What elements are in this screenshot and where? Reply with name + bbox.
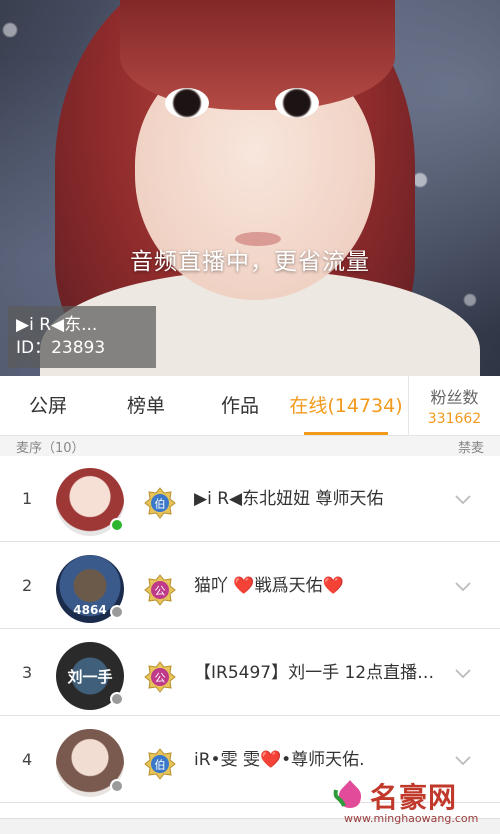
row-index: 2 [22, 576, 33, 595]
mic-queue-header: 麦序（10） 禁麦 [0, 436, 500, 456]
fans-label: 粉丝数 [430, 388, 479, 407]
list-item[interactable]: 2 4864 公 猫吖 ❤️戦爲天佑❤️ [0, 543, 500, 629]
mute-mic-button[interactable]: 禁麦 [458, 437, 484, 456]
list-item[interactable]: 1 伯 ▶i R◀东北妞妞 尊师天佑 [0, 456, 500, 542]
room-tab-bar: 公屏 榜单 作品 在线(14734) 粉丝数 331662 [0, 376, 500, 436]
row-index: 4 [22, 750, 33, 769]
badge-text: 伯 [155, 497, 166, 511]
list-item[interactable]: 3 刘一手 公 【IR5497】刘一手 12点直播… [0, 630, 500, 716]
tab-online[interactable]: 在线(14734) [284, 376, 408, 436]
tab-works[interactable]: 作品 [190, 376, 290, 436]
online-status-dot [110, 518, 124, 532]
offline-status-dot [110, 692, 124, 706]
user-name: ▶i R◀东北妞妞 尊师天佑 [194, 489, 384, 509]
row-index: 3 [22, 663, 33, 682]
live-room-screen: 音频直播中，更省流量 ▶i R◀东... ID：23893 公屏 榜单 作品 在… [0, 0, 500, 834]
anchor-info-box[interactable]: ▶i R◀东... ID：23893 [8, 306, 156, 368]
user-name: 【IR5497】刘一手 12点直播… [194, 663, 435, 683]
offline-status-dot [110, 779, 124, 793]
chevron-down-icon[interactable] [454, 755, 472, 767]
chevron-down-icon[interactable] [454, 581, 472, 593]
tab-public-screen[interactable]: 公屏 [0, 376, 96, 436]
rank-badge-icon: 伯 [144, 748, 176, 780]
badge-text: 公 [155, 672, 166, 685]
logo-icon [333, 780, 362, 808]
live-stream-view[interactable]: 音频直播中，更省流量 ▶i R◀东... ID：23893 [0, 0, 500, 376]
active-tab-indicator [304, 432, 388, 435]
mic-queue-title: 麦序（10） [16, 441, 85, 456]
avatar-text: 刘一手 [67, 668, 113, 686]
audio-mode-caption: 音频直播中，更省流量 [130, 249, 370, 275]
streamer-photo-eye-right [275, 88, 319, 118]
badge-text: 公 [155, 585, 166, 598]
streamer-photo-bangs [120, 0, 395, 110]
watermark-url: www.minghaowang.com [344, 812, 479, 825]
chevron-down-icon[interactable] [454, 668, 472, 680]
fans-count: 331662 [427, 411, 482, 427]
tab-rankings[interactable]: 榜单 [96, 376, 196, 436]
anchor-name: ▶i R◀东... [16, 315, 98, 335]
streamer-photo-eye-left [165, 88, 209, 118]
watermark-title: 名豪网 [370, 781, 458, 814]
offline-status-dot [110, 605, 124, 619]
row-index: 1 [22, 489, 33, 508]
user-name: 猫吖 ❤️戦爲天佑❤️ [194, 576, 344, 596]
rank-badge-icon: 公 [144, 574, 176, 606]
site-watermark: 名豪网 www.minghaowang.com [330, 772, 495, 828]
badge-text: 伯 [155, 758, 166, 772]
fans-count-box[interactable]: 粉丝数 331662 [408, 376, 500, 436]
anchor-id: ID：23893 [16, 338, 106, 358]
chevron-down-icon[interactable] [454, 494, 472, 506]
rank-badge-icon: 伯 [144, 487, 176, 519]
rank-badge-icon: 公 [144, 661, 176, 693]
